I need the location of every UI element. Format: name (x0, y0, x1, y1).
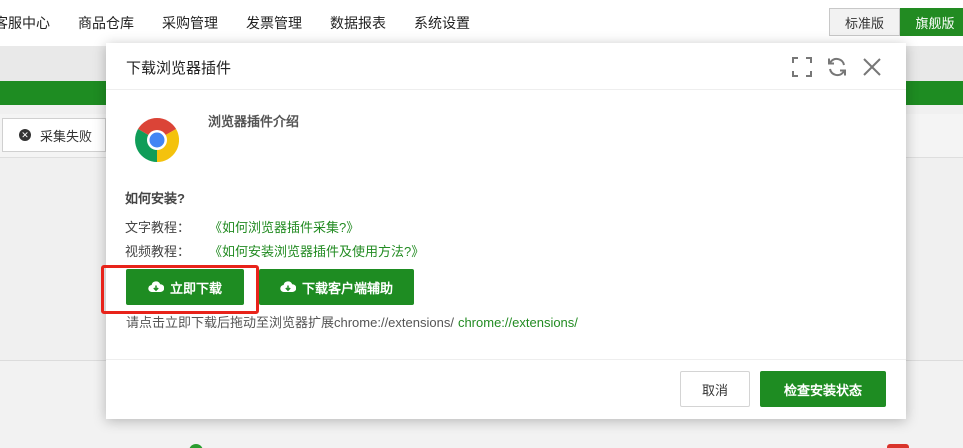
fullscreen-icon[interactable] (790, 55, 814, 79)
top-navigation: 客服中心 商品仓库 采购管理 发票管理 数据报表 系统设置 标准版 旗舰版 (0, 0, 963, 46)
collect-failed-tab[interactable]: ✕ 采集失败 (2, 118, 106, 152)
install-hint: 请点击立即下载后拖动至浏览器扩展chrome://extensions/chro… (126, 312, 578, 331)
nav-item-invoice[interactable]: 发票管理 (246, 13, 302, 33)
nav-item-product-warehouse[interactable]: 商品仓库 (78, 13, 134, 33)
cancel-button[interactable]: 取消 (680, 371, 750, 407)
video-tutorial-link[interactable]: 《如何安装浏览器插件及使用方法?》 (209, 244, 424, 259)
nav-item-customer-service[interactable]: 客服中心 (0, 13, 50, 33)
video-tutorial-label: 视频教程： (125, 244, 191, 259)
how-to-install-heading: 如何安装? (125, 191, 185, 206)
cloud-download-icon (280, 281, 296, 293)
check-install-status-button[interactable]: 检查安装状态 (760, 371, 886, 407)
download-plugin-dialog: 下载浏览器插件 浏览器插件介绍 如何安装? 文字教程： 《如何浏览器插件采集?》… (106, 43, 906, 419)
chrome-logo-icon (135, 118, 179, 162)
text-tutorial-link[interactable]: 《如何浏览器插件采集?》 (209, 220, 359, 235)
nav-item-settings[interactable]: 系统设置 (414, 13, 470, 33)
text-tutorial-label: 文字教程： (125, 220, 191, 235)
flagship-version-button[interactable]: 旗舰版 (900, 8, 963, 36)
highlight-annotation (101, 265, 259, 314)
close-icon[interactable] (860, 55, 884, 79)
extensions-link[interactable]: chrome://extensions/ (458, 315, 578, 330)
dialog-footer-divider (106, 359, 906, 360)
main-menu: 客服中心 商品仓库 采购管理 发票管理 数据报表 系统设置 (0, 0, 498, 46)
download-client-button[interactable]: 下载客户端辅助 (259, 269, 414, 305)
collect-failed-label: 采集失败 (40, 128, 93, 144)
failed-icon: ✕ (19, 129, 31, 141)
standard-version-button[interactable]: 标准版 (829, 8, 900, 36)
dialog-title: 下载浏览器插件 (126, 60, 232, 77)
refresh-icon[interactable] (825, 55, 849, 79)
download-client-label: 下载客户端辅助 (301, 280, 393, 296)
nav-item-purchase[interactable]: 采购管理 (162, 13, 218, 33)
text-tutorial-row: 文字教程： 《如何浏览器插件采集?》 (125, 217, 359, 236)
plugin-intro-heading: 浏览器插件介绍 (208, 114, 300, 129)
install-hint-text: 请点击立即下载后拖动至浏览器扩展chrome://extensions/ (126, 315, 454, 330)
nav-item-reports[interactable]: 数据报表 (330, 13, 386, 33)
red-status-icon (887, 444, 909, 448)
video-tutorial-row: 视频教程： 《如何安装浏览器插件及使用方法?》 (125, 241, 424, 260)
dialog-header: 下载浏览器插件 (106, 43, 906, 90)
